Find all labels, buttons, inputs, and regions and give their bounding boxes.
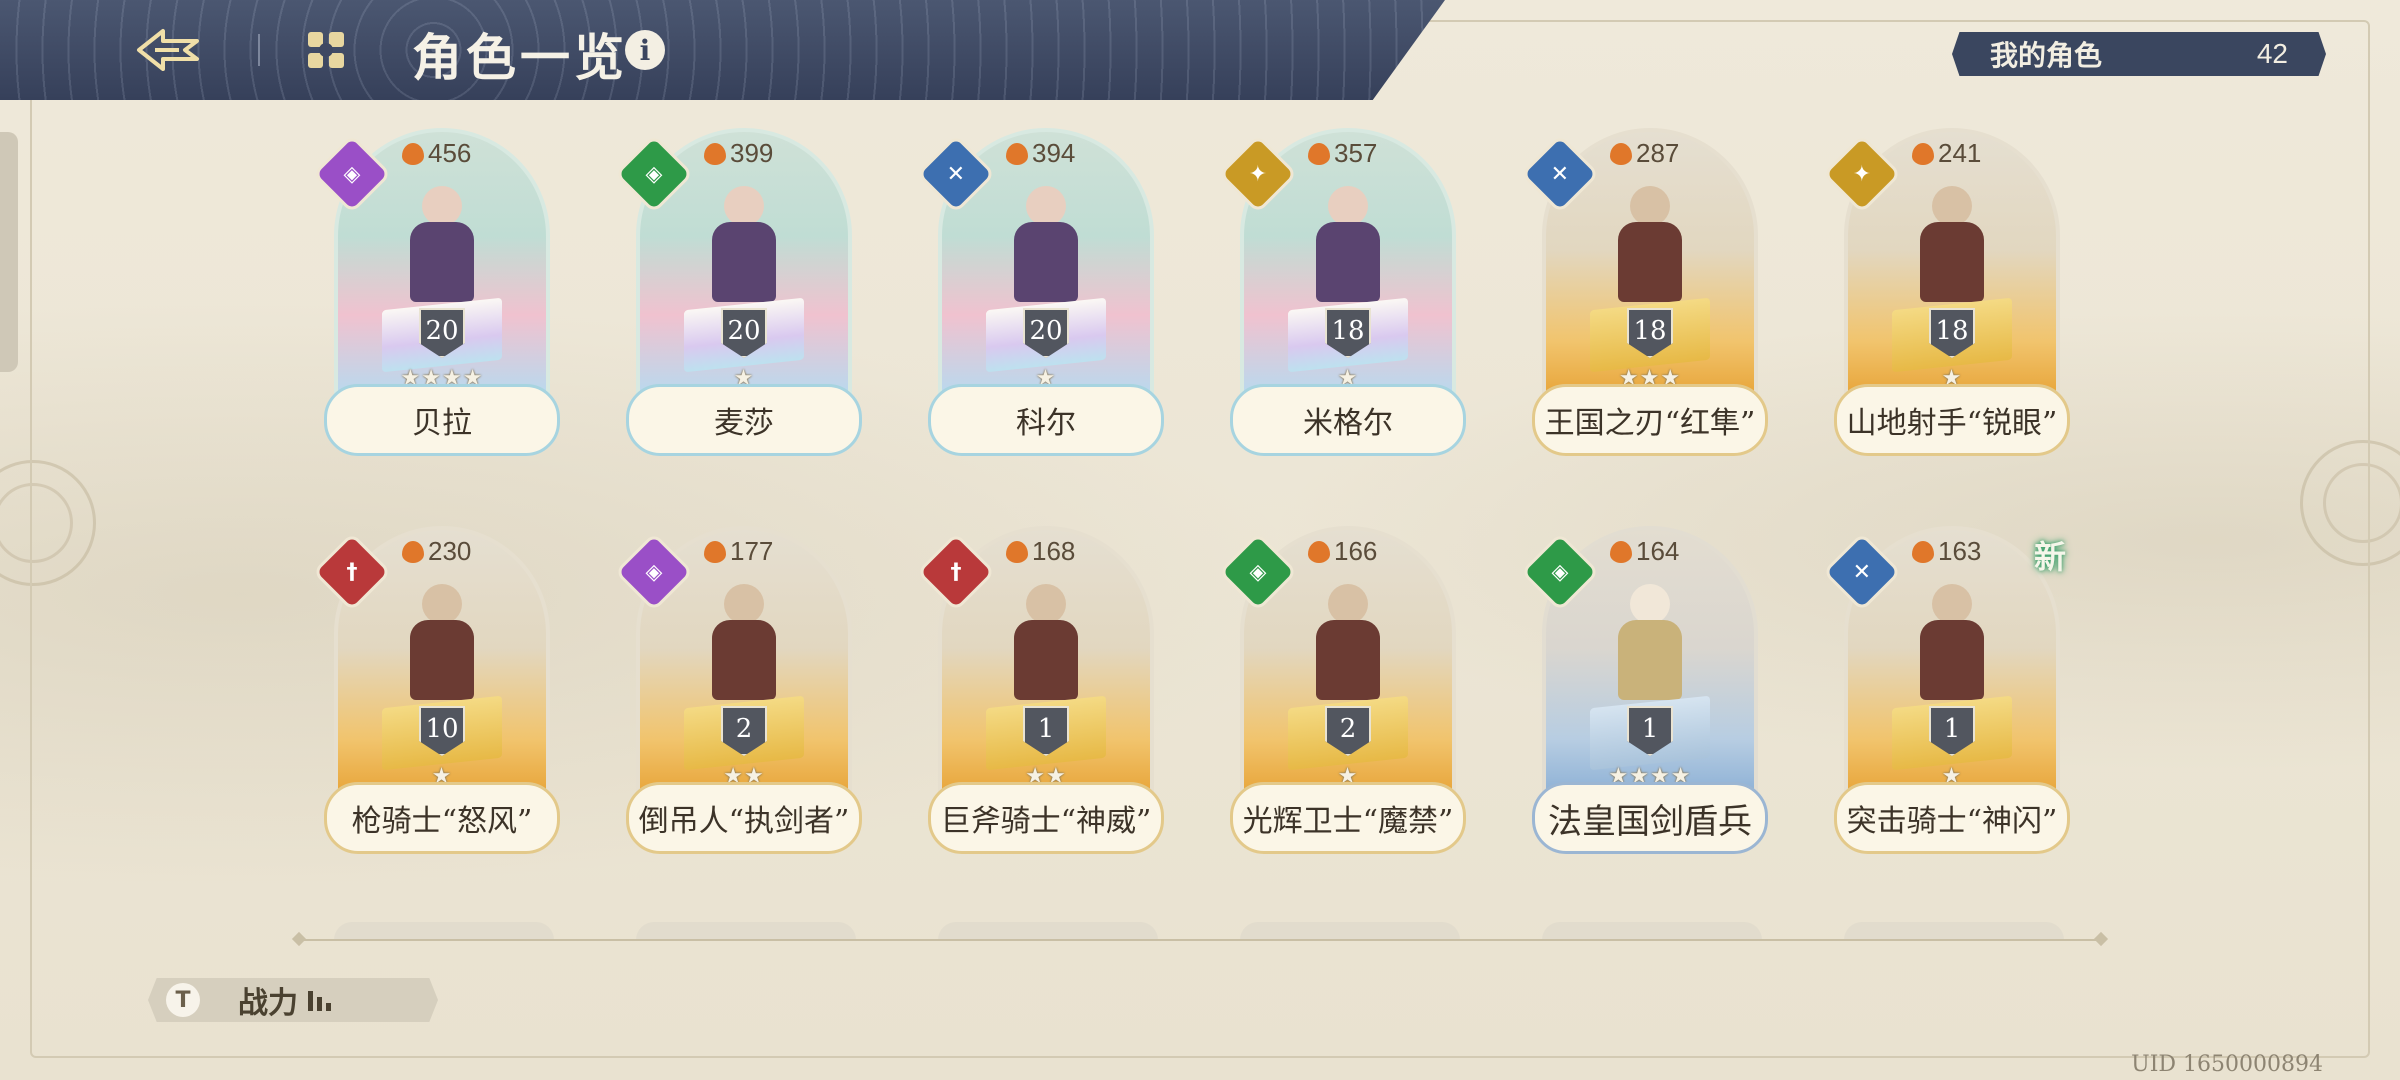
character-name: 枪骑士“怒风” [324, 782, 560, 854]
card-peek [334, 922, 554, 940]
power-rating: 163 [1912, 536, 1981, 567]
character-name: 米格尔 [1230, 384, 1466, 456]
flame-icon [1308, 142, 1330, 165]
character-card[interactable]: ◈ 456 20 ★★★★ 贝拉 [312, 128, 560, 458]
my-characters-label: 我的角色 [1990, 40, 2103, 71]
my-characters-counter[interactable]: 我的角色 42 [1952, 32, 2326, 76]
flame-icon [1006, 142, 1028, 165]
character-portrait [1298, 186, 1398, 310]
character-name: 法皇国剑盾兵 [1532, 782, 1768, 854]
flame-icon [704, 540, 726, 563]
character-card[interactable]: ✕ 163 1 ★ 突击骑士“神闪” 新 [1822, 526, 2070, 856]
character-portrait [996, 186, 1096, 310]
character-card[interactable]: † 168 1 ★★ 巨斧骑士“神威” [916, 526, 1164, 856]
character-portrait [392, 186, 492, 310]
character-card[interactable]: ✦ 357 18 ★ 米格尔 [1218, 128, 1466, 458]
character-portrait [392, 584, 492, 708]
filter-icon: T [166, 983, 200, 1017]
character-name: 巨斧骑士“神威” [928, 782, 1164, 854]
character-card[interactable]: ◈ 164 1 ★★★★ 法皇国剑盾兵 [1520, 526, 1768, 856]
character-name: 贝拉 [324, 384, 560, 456]
flame-icon [1308, 540, 1330, 563]
character-portrait [1902, 584, 2002, 708]
flame-icon [402, 540, 424, 563]
list-divider [300, 939, 2100, 941]
card-peek [636, 922, 856, 940]
character-portrait [1298, 584, 1398, 708]
flame-icon [1610, 142, 1632, 165]
flame-icon [402, 142, 424, 165]
power-value: 287 [1636, 138, 1680, 168]
character-portrait [1600, 186, 1700, 310]
back-button[interactable] [130, 18, 210, 82]
info-icon[interactable]: i [625, 30, 665, 70]
character-card[interactable]: ✕ 394 20 ★ 科尔 [916, 128, 1164, 458]
power-rating: 394 [1006, 138, 1075, 169]
character-card[interactable]: ✕ 287 18 ★★★ 王国之刃“红隼” [1520, 128, 1768, 458]
character-name: 麦莎 [626, 384, 862, 456]
character-card[interactable]: † 230 10 ★ 枪骑士“怒风” [312, 526, 560, 856]
character-name: 山地射手“锐眼” [1834, 384, 2070, 456]
character-portrait [996, 584, 1096, 708]
power-rating: 177 [704, 536, 773, 567]
power-value: 177 [730, 536, 774, 566]
power-value: 164 [1636, 536, 1680, 566]
card-peek [1542, 922, 1762, 940]
power-rating: 357 [1308, 138, 1377, 169]
sort-by-power-button[interactable]: T 战力 [148, 978, 438, 1022]
sort-bars-icon [308, 989, 331, 1011]
character-portrait [1600, 584, 1700, 708]
back-arrow-icon [137, 29, 199, 71]
character-name: 科尔 [928, 384, 1164, 456]
character-name: 王国之刃“红隼” [1532, 384, 1768, 456]
character-name: 突击骑士“神闪” [1834, 782, 2070, 854]
power-value: 456 [428, 138, 472, 168]
character-card[interactable]: ◈ 177 2 ★★ 倒吊人“执剑者” [614, 526, 862, 856]
flame-icon [704, 142, 726, 165]
power-value: 166 [1334, 536, 1378, 566]
flame-icon [1006, 540, 1028, 563]
new-badge: 新 [2034, 538, 2067, 576]
flame-icon [1610, 540, 1632, 563]
power-value: 394 [1032, 138, 1076, 168]
character-card[interactable]: ✦ 241 18 ★ 山地射手“锐眼” [1822, 128, 2070, 458]
power-value: 168 [1032, 536, 1076, 566]
power-rating: 168 [1006, 536, 1075, 567]
power-rating: 456 [402, 138, 471, 169]
flame-icon [1912, 540, 1934, 563]
power-value: 357 [1334, 138, 1378, 168]
character-card[interactable]: ◈ 166 2 ★ 光辉卫士“魔禁” [1218, 526, 1466, 856]
sort-label: 战力 [238, 986, 298, 1021]
menu-button[interactable] [302, 26, 350, 74]
power-value: 241 [1938, 138, 1982, 168]
card-peek [1844, 922, 2064, 940]
power-value: 163 [1938, 536, 1982, 566]
power-value: 230 [428, 536, 472, 566]
power-rating: 287 [1610, 138, 1679, 169]
flame-icon [1912, 142, 1934, 165]
user-id: UID 1650000894 [2131, 1052, 2323, 1077]
power-rating: 164 [1610, 536, 1679, 567]
side-pull-tab[interactable] [0, 132, 18, 372]
header-bar [0, 0, 1445, 100]
grid-menu-icon [308, 32, 344, 68]
power-rating: 399 [704, 138, 773, 169]
card-peek [938, 922, 1158, 940]
character-name: 倒吊人“执剑者” [626, 782, 862, 854]
power-rating: 241 [1912, 138, 1981, 169]
character-name: 光辉卫士“魔禁” [1230, 782, 1466, 854]
card-peek [1240, 922, 1460, 940]
character-portrait [694, 584, 794, 708]
character-portrait [1902, 186, 2002, 310]
power-rating: 230 [402, 536, 471, 567]
power-rating: 166 [1308, 536, 1377, 567]
power-value: 399 [730, 138, 774, 168]
header-separator [258, 34, 260, 66]
character-card[interactable]: ◈ 399 20 ★ 麦莎 [614, 128, 862, 458]
character-portrait [694, 186, 794, 310]
my-characters-count: 42 [2256, 38, 2288, 69]
page-title: 角色一览 [412, 28, 628, 87]
